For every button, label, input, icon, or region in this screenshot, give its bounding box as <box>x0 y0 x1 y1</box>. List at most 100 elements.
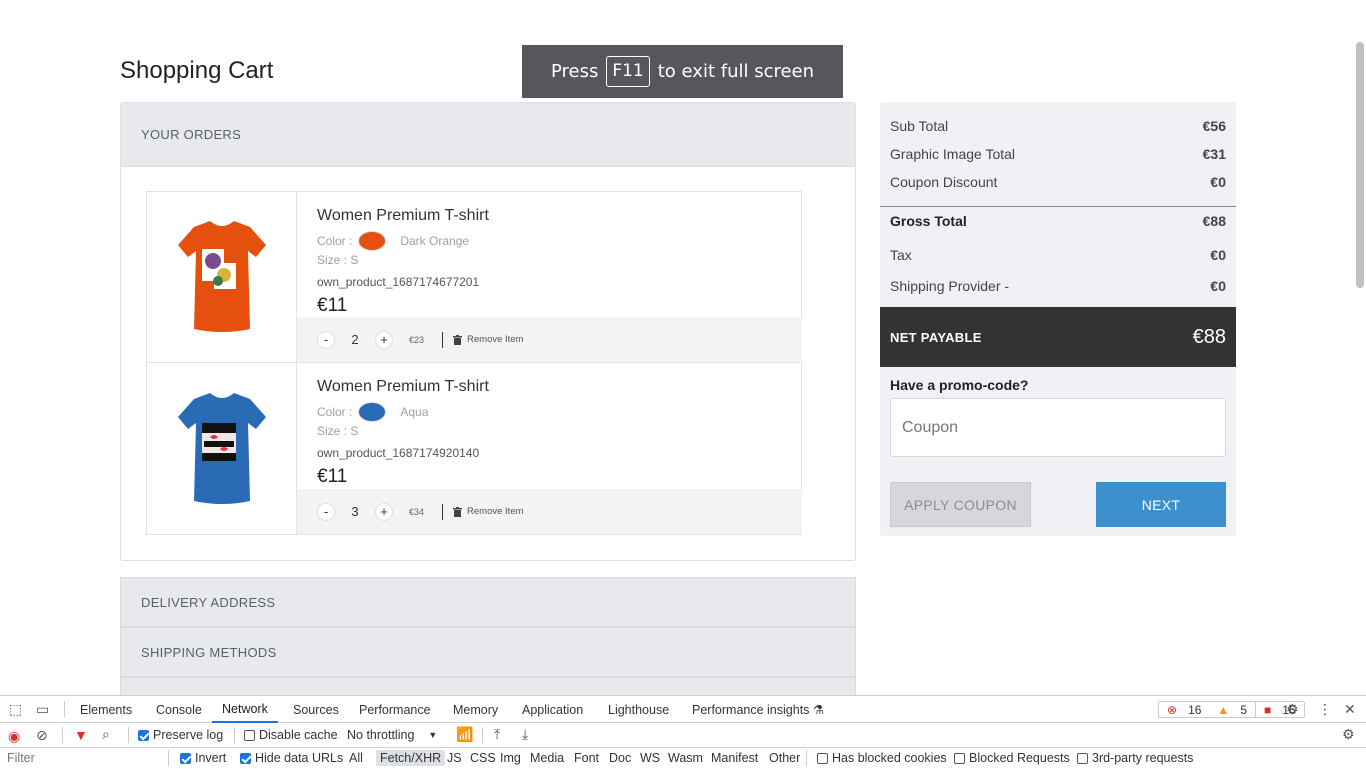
coupon-input[interactable] <box>890 398 1226 457</box>
type-filter-img[interactable]: Img <box>500 751 521 765</box>
next-button[interactable]: NEXT <box>1096 482 1226 527</box>
tab-application[interactable]: Application <box>522 696 583 723</box>
decrease-qty-button[interactable]: - <box>317 330 335 349</box>
clear-icon[interactable]: ⊘ <box>36 727 48 744</box>
fullscreen-banner: Press F11 to exit full screen <box>522 45 843 98</box>
shipping-methods-section[interactable]: SHIPPING METHODS <box>120 627 856 677</box>
type-filter-js[interactable]: JS <box>447 751 462 765</box>
shipping-provider-row: Shipping Provider - €0 <box>890 278 1226 294</box>
tab-sources[interactable]: Sources <box>293 696 339 723</box>
tax-row: Tax €0 <box>890 247 1226 263</box>
line-total: €34 <box>409 506 425 517</box>
settings-gear-icon[interactable]: ⚙ <box>1286 701 1299 718</box>
orders-panel: YOUR ORDERS Women Premium T-shirt Color … <box>120 102 856 561</box>
item-actions-bar: - 2 + €23 Remove Item <box>297 317 802 362</box>
disable-cache-checkbox[interactable]: Disable cache <box>244 728 338 742</box>
third-party-requests-checkbox[interactable]: 3rd-party requests <box>1077 751 1193 765</box>
preserve-log-checkbox[interactable]: Preserve log <box>138 728 223 742</box>
tab-performance-insights[interactable]: Performance insights ⚗ <box>692 696 824 723</box>
devtools-panel: ⬚ ▭ Elements Console Network Sources Per… <box>0 695 1366 768</box>
type-filter-other[interactable]: Other <box>769 751 800 765</box>
qty-value: 3 <box>351 504 359 519</box>
promo-label: Have a promo-code? <box>890 377 1029 393</box>
net-payable-value: €88 <box>1192 325 1226 348</box>
line-total: €23 <box>409 334 425 345</box>
page-scrollbar[interactable] <box>1354 40 1366 695</box>
network-conditions-icon[interactable]: 📶 <box>456 726 473 743</box>
your-orders-header[interactable]: YOUR ORDERS <box>121 103 855 167</box>
tab-network[interactable]: Network <box>212 696 278 723</box>
tshirt-blue-icon <box>177 392 266 504</box>
increase-qty-button[interactable]: + <box>375 502 393 521</box>
item-size: Size : S <box>317 424 359 438</box>
apply-coupon-button[interactable]: APPLY COUPON <box>890 482 1031 527</box>
order-summary: Sub Total €56 Graphic Image Total €31 Co… <box>880 102 1236 536</box>
filter-input[interactable]: Filter <box>7 751 35 765</box>
item-info: Women Premium T-shirt Color : Aqua Size … <box>317 378 489 488</box>
issue-icon: ■ <box>1264 702 1272 717</box>
remove-item-button[interactable]: Remove Item <box>453 506 524 517</box>
type-filter-manifest[interactable]: Manifest <box>711 751 758 765</box>
color-swatch <box>358 231 387 251</box>
tab-console[interactable]: Console <box>156 696 202 723</box>
f11-key: F11 <box>606 56 650 87</box>
type-filter-wasm[interactable]: Wasm <box>668 751 703 765</box>
record-stop-icon[interactable]: ◉ <box>8 728 20 745</box>
tab-elements[interactable]: Elements <box>80 696 132 723</box>
type-filter-css[interactable]: CSS <box>470 751 496 765</box>
decrease-qty-button[interactable]: - <box>317 502 335 521</box>
download-har-icon[interactable]: ⤓ <box>522 726 528 743</box>
tab-lighthouse[interactable]: Lighthouse <box>608 696 669 723</box>
item-actions-bar: - 3 + €34 Remove Item <box>297 489 802 534</box>
type-filter-ws[interactable]: WS <box>640 751 660 765</box>
has-blocked-cookies-checkbox[interactable]: Has blocked cookies <box>817 751 947 765</box>
item-name: Women Premium T-shirt <box>317 378 489 395</box>
flask-icon: ⚗ <box>812 703 825 717</box>
divider <box>442 331 444 348</box>
more-options-icon[interactable]: ⋮ <box>1318 701 1332 718</box>
item-price: €11 <box>317 295 348 316</box>
throttling-select[interactable]: No throttling ▼ <box>347 728 437 742</box>
upload-har-icon[interactable]: ⤒ <box>494 726 500 743</box>
sub-total-row: Sub Total €56 <box>890 118 1226 134</box>
console-counts[interactable]: ⊗ 16 ▲ 5 ■ 16 <box>1158 701 1305 718</box>
trash-icon <box>453 506 463 517</box>
tshirt-orange-icon <box>177 221 266 332</box>
network-settings-icon[interactable]: ⚙ <box>1342 726 1355 743</box>
chevron-down-icon: ▼ <box>428 730 438 740</box>
tab-performance[interactable]: Performance <box>359 696 431 723</box>
type-filter-doc[interactable]: Doc <box>609 751 631 765</box>
next-section[interactable] <box>120 677 856 695</box>
type-filter-media[interactable]: Media <box>530 751 564 765</box>
search-icon[interactable]: ⌕ <box>102 726 110 743</box>
delivery-address-section[interactable]: DELIVERY ADDRESS <box>120 577 856 627</box>
network-toolbar: ◉ ⊘ ▼ ⌕ Preserve log Disable cache No th… <box>0 723 1366 748</box>
product-image <box>147 192 297 362</box>
filter-icon[interactable]: ▼ <box>74 727 88 743</box>
increase-qty-button[interactable]: + <box>375 330 393 349</box>
type-filter-all[interactable]: All <box>349 751 363 765</box>
warning-icon: ▲ <box>1217 702 1230 717</box>
item-color: Color : Dark Orange <box>317 231 489 251</box>
hide-data-urls-checkbox[interactable]: Hide data URLs <box>240 751 343 765</box>
item-price: €11 <box>317 466 348 487</box>
graphic-total-row: Graphic Image Total €31 <box>890 146 1226 162</box>
tab-memory[interactable]: Memory <box>453 696 498 723</box>
color-swatch <box>358 402 387 422</box>
item-size: Size : S <box>317 253 359 267</box>
inspect-element-icon[interactable]: ⬚ <box>9 701 22 718</box>
devtools-tabbar: ⬚ ▭ Elements Console Network Sources Per… <box>0 696 1366 723</box>
error-icon: ⊗ <box>1167 702 1178 717</box>
divider <box>880 206 1236 207</box>
item-info: Women Premium T-shirt Color : Dark Orang… <box>317 207 489 317</box>
coupon-discount-row: Coupon Discount €0 <box>890 174 1226 190</box>
type-filter-font[interactable]: Font <box>574 751 599 765</box>
invert-checkbox[interactable]: Invert <box>180 751 226 765</box>
blocked-requests-checkbox[interactable]: Blocked Requests <box>954 751 1070 765</box>
scrollbar-thumb[interactable] <box>1356 42 1364 288</box>
close-devtools-icon[interactable]: ✕ <box>1344 701 1356 718</box>
type-filter-fetch-xhr[interactable]: Fetch/XHR <box>376 750 446 766</box>
remove-item-button[interactable]: Remove Item <box>453 334 524 345</box>
item-sku: own_product_1687174920140 <box>317 446 480 460</box>
device-toolbar-icon[interactable]: ▭ <box>36 701 49 718</box>
